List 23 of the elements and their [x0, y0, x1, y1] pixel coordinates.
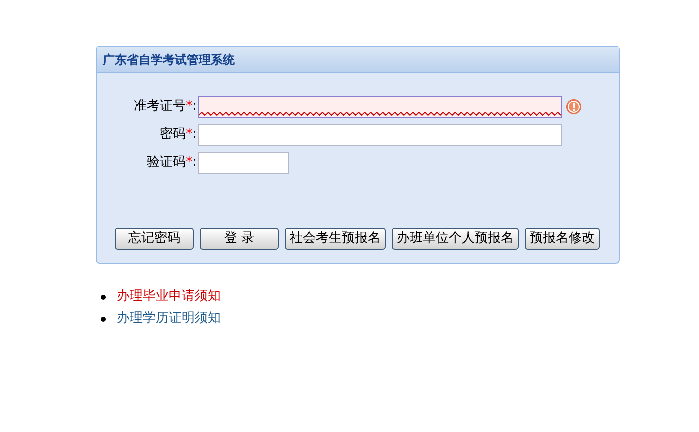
- error-icon: [566, 99, 582, 115]
- notice-link[interactable]: 办理学历证明须知: [117, 309, 221, 329]
- required-mark: *: [186, 98, 193, 116]
- panel-title: 广东省自学考试管理系统: [103, 52, 235, 68]
- form-button[interactable]: 忘记密码: [115, 228, 194, 250]
- input-field[interactable]: [198, 96, 562, 118]
- notice-link[interactable]: 办理毕业申请须知: [117, 287, 221, 307]
- input-field[interactable]: [198, 152, 289, 174]
- form-button[interactable]: 登 录: [200, 228, 279, 250]
- label-colon: :: [192, 98, 197, 116]
- form-button[interactable]: 办班单位个人预报名: [392, 228, 519, 250]
- form-button[interactable]: 社会考生预报名: [285, 228, 386, 250]
- field-label: 密码: [160, 126, 186, 144]
- input-field[interactable]: [198, 124, 562, 146]
- field-label: 准考证号: [134, 98, 186, 116]
- form-button[interactable]: 预报名修改: [525, 228, 600, 250]
- bullet-icon: [101, 316, 106, 322]
- label-colon: :: [192, 154, 197, 172]
- required-mark: *: [186, 154, 193, 172]
- bullet-icon: [101, 294, 106, 300]
- required-mark: *: [186, 126, 193, 144]
- label-colon: :: [192, 126, 197, 144]
- field-label: 验证码: [147, 154, 186, 172]
